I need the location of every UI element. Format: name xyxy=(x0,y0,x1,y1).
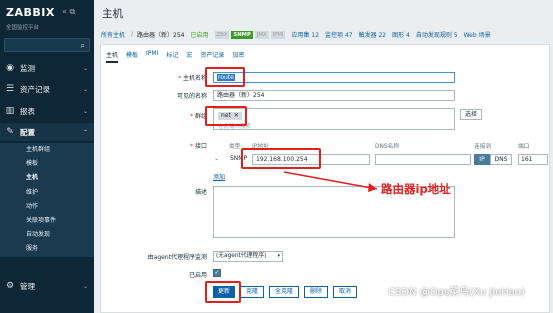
sidebar-collapse-icons[interactable]: « ⧉ xyxy=(62,7,75,17)
search-icon[interactable]: ⌕ xyxy=(81,41,85,51)
chevron-down-icon: ⌄ xyxy=(82,107,88,115)
menu-label: 管理 xyxy=(20,281,35,291)
arrow-icon xyxy=(283,171,378,192)
gear-icon: ⚙ xyxy=(5,281,15,291)
submenu-templates[interactable]: 模板 xyxy=(0,157,94,171)
sidebar: ZABBIX « ⧉ 全国监控平台 ⌕ ◉ 监测 ⌄ ☰ 资产记录 ⌄ ▥ 报表… xyxy=(0,0,94,313)
submenu-discovery[interactable]: 自动发现 xyxy=(0,228,94,242)
submenu-correlation[interactable]: 关联项事件 xyxy=(0,214,94,228)
menu-label: 监测 xyxy=(20,63,35,73)
menu-label: 配置 xyxy=(20,127,35,137)
configuration-submenu: 主机群组 模板 主机 维护 动作 关联项事件 自动发现 服务 xyxy=(0,143,94,257)
menu-item-inventory[interactable]: ☰ 资产记录 ⌄ xyxy=(0,80,94,98)
menu-item-monitoring[interactable]: ◉ 监测 ⌄ xyxy=(0,59,94,77)
chevron-down-icon: ⌄ xyxy=(82,282,88,290)
chevron-down-icon: ⌄ xyxy=(82,85,88,93)
submenu-actions[interactable]: 动作 xyxy=(0,200,94,214)
submenu-host-groups[interactable]: 主机群组 xyxy=(0,143,94,157)
submenu-hosts[interactable]: 主机 xyxy=(0,171,94,185)
wrench-icon: ✎ xyxy=(6,127,14,137)
list-icon: ☰ xyxy=(5,84,15,94)
annotation-router-ip: 路由器ip地址 xyxy=(381,182,451,196)
menu-item-reports[interactable]: ▥ 报表 ⌄ xyxy=(0,102,94,120)
search-input[interactable]: ⌕ xyxy=(4,38,90,52)
chart-bar-icon: ▥ xyxy=(5,106,15,116)
submenu-services[interactable]: 服务 xyxy=(0,242,94,256)
main-content: 主机 所有主机 / 路由器（新）254 已启用 ZBX SNMP JMX IPM… xyxy=(94,0,553,313)
chevron-up-icon: ⌃ xyxy=(82,128,88,136)
watermark: CSDN @Ops菜鸟(Xu JieHao) xyxy=(388,287,525,298)
eye-icon: ◉ xyxy=(6,63,14,73)
menu-item-configuration[interactable]: ✎ 配置 ⌃ xyxy=(0,123,94,141)
zabbix-logo[interactable]: ZABBIX xyxy=(6,6,55,19)
menu-label: 资产记录 xyxy=(20,84,50,94)
server-name: 全国监控平台 xyxy=(6,25,40,31)
menu-item-administration[interactable]: ⚙ 管理 ⌄ xyxy=(0,277,94,295)
chevron-down-icon: ⌄ xyxy=(82,64,88,72)
submenu-maintenance[interactable]: 维护 xyxy=(0,186,94,200)
menu-label: 报表 xyxy=(20,106,35,116)
